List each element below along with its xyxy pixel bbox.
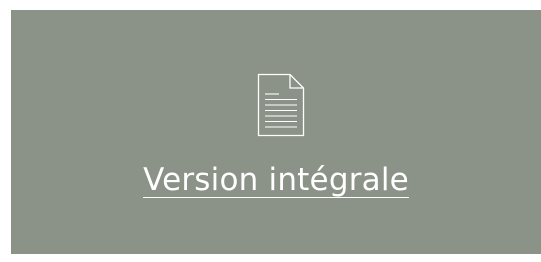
full-version-link[interactable]: Version intégrale bbox=[11, 162, 541, 198]
full-version-card[interactable]: Version intégrale bbox=[11, 10, 541, 254]
document-icon bbox=[257, 73, 305, 137]
